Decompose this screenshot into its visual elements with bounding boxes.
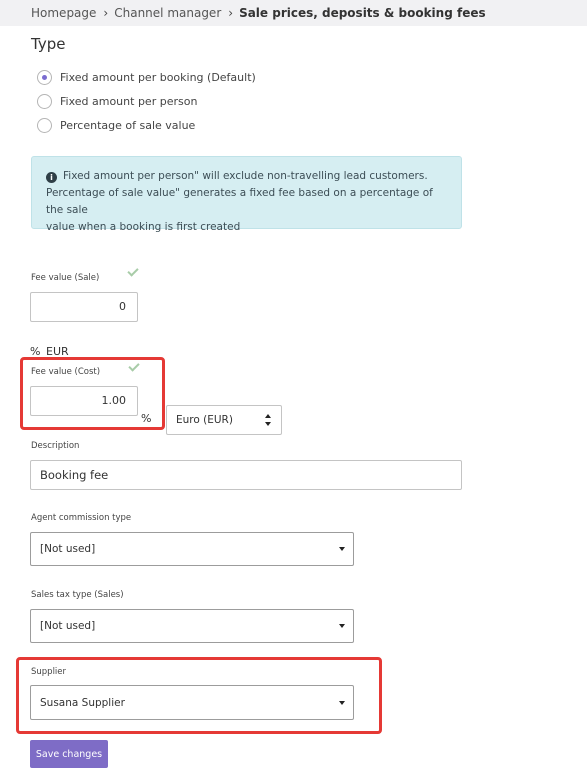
info-line-3: value when a booking is first created — [46, 221, 241, 233]
radio-percentage-of-sale[interactable]: Percentage of sale value — [37, 118, 195, 133]
fee-sale-label: Fee value (Sale) — [31, 273, 100, 283]
chevron-down-icon — [339, 547, 345, 551]
radio-label: Percentage of sale value — [60, 119, 196, 132]
agent-commission-select[interactable]: [Not used] — [30, 532, 354, 566]
agent-commission-value: [Not used] — [40, 543, 96, 555]
type-section-title: Type — [31, 35, 66, 53]
sort-arrows-icon — [265, 414, 272, 426]
radio-button[interactable] — [37, 94, 52, 109]
radio-label: Fixed amount per booking (Default) — [60, 71, 256, 84]
supplier-highlight — [16, 657, 382, 734]
info-line-2: Percentage of sale value" generates a fi… — [46, 187, 433, 216]
breadcrumb-channel-manager-link[interactable]: Channel manager — [114, 6, 221, 20]
radio-button-checked[interactable] — [37, 70, 52, 85]
currency-select-value: Euro (EUR) — [176, 414, 233, 426]
chevron-right-icon: › — [228, 6, 234, 20]
chevron-right-icon: › — [103, 6, 109, 20]
info-icon: i — [46, 172, 57, 183]
chevron-down-icon — [339, 624, 345, 628]
breadcrumb-current: Sale prices, deposits & booking fees — [239, 6, 486, 20]
radio-fixed-per-booking[interactable]: Fixed amount per booking (Default) — [37, 70, 256, 85]
sales-tax-select[interactable]: [Not used] — [30, 609, 354, 643]
breadcrumb: Homepage › Channel manager › Sale prices… — [0, 0, 587, 26]
radio-button[interactable] — [37, 118, 52, 133]
description-input[interactable]: Booking fee — [30, 460, 462, 490]
fee-cost-highlight — [20, 357, 165, 430]
save-changes-button[interactable]: Save changes — [30, 740, 108, 768]
radio-label: Fixed amount per person — [60, 95, 198, 108]
check-icon — [127, 265, 139, 277]
description-label: Description — [31, 441, 80, 451]
fee-sale-input[interactable]: 0 — [30, 292, 138, 322]
sales-tax-value: [Not used] — [40, 620, 96, 632]
info-box: i Fixed amount per person" will exclude n… — [31, 156, 462, 233]
currency-select[interactable]: Euro (EUR) — [166, 405, 282, 435]
radio-fixed-per-person[interactable]: Fixed amount per person — [37, 94, 197, 109]
sales-tax-label: Sales tax type (Sales) — [31, 590, 124, 600]
breadcrumb-home-link[interactable]: Homepage — [31, 6, 96, 20]
agent-commission-label: Agent commission type — [31, 513, 132, 523]
info-line-1: Fixed amount per person" will exclude no… — [63, 170, 428, 182]
